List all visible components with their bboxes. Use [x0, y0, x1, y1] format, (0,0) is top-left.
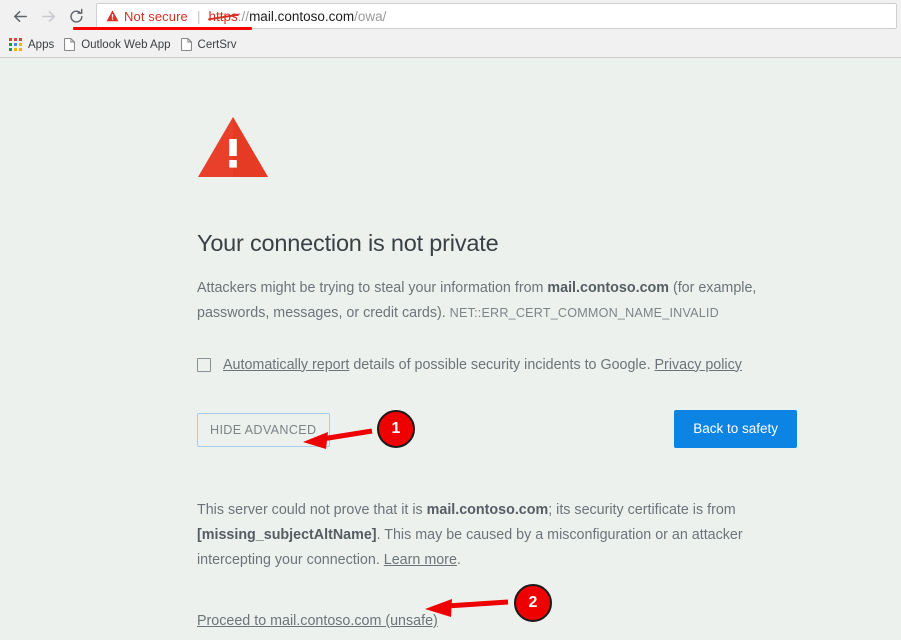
- red-warning-triangle-icon: [197, 115, 269, 179]
- security-status[interactable]: Not secure: [106, 9, 188, 24]
- cert-period: .: [457, 552, 461, 568]
- url-highlight-underline: [73, 27, 252, 30]
- learn-more-link[interactable]: Learn more: [384, 552, 457, 568]
- reload-button[interactable]: [62, 2, 90, 30]
- automatically-report-link[interactable]: Automatically report: [223, 357, 349, 373]
- browser-chrome: Not secure | https://mail.contoso.com/ow…: [0, 0, 901, 58]
- not-secure-warning-icon: [106, 10, 119, 22]
- bookmark-outlook-web-app[interactable]: Outlook Web App: [62, 35, 176, 55]
- auto-report-text: Automatically report details of possible…: [223, 355, 742, 375]
- forward-arrow-icon: [40, 8, 57, 25]
- auto-report-middle-text: details of possible security incidents t…: [349, 357, 654, 373]
- action-button-row: HIDE ADVANCED Back to safety: [197, 413, 797, 453]
- bookmark-label: Outlook Web App: [81, 39, 170, 51]
- cert-domain: mail.contoso.com: [427, 502, 549, 518]
- cert-issue: [missing_subjectAltName]: [197, 527, 377, 543]
- auto-report-checkbox[interactable]: [197, 358, 211, 372]
- forward-button[interactable]: [34, 2, 62, 30]
- url-text[interactable]: https://mail.contoso.com/owa/: [209, 9, 387, 24]
- warning-description: Attackers might be trying to steal your …: [197, 276, 795, 326]
- url-path: /owa/: [354, 9, 386, 24]
- hide-advanced-button[interactable]: HIDE ADVANCED: [197, 413, 330, 447]
- apps-grid-icon: [9, 38, 22, 51]
- bookmarks-bar: Apps Outlook Web App CertSrv: [0, 32, 901, 58]
- url-host: mail.contoso.com: [249, 9, 354, 24]
- description-lead: Attackers might be trying to steal your …: [197, 280, 547, 296]
- cert-part2: ; its security certificate is from: [548, 502, 736, 518]
- page-icon: [181, 38, 192, 51]
- interstitial-content: Your connection is not private Attackers…: [197, 58, 797, 630]
- reload-icon: [68, 8, 85, 25]
- bookmark-certsrv[interactable]: CertSrv: [179, 35, 243, 55]
- not-secure-label: Not secure: [124, 9, 188, 24]
- bookmark-label: CertSrv: [198, 39, 237, 51]
- bookmark-label: Apps: [28, 39, 54, 51]
- back-button[interactable]: [6, 2, 34, 30]
- cert-part1: This server could not prove that it is: [197, 502, 427, 518]
- back-to-safety-button[interactable]: Back to safety: [674, 410, 797, 448]
- bookmark-apps[interactable]: Apps: [7, 35, 60, 55]
- privacy-policy-link[interactable]: Privacy policy: [655, 357, 742, 373]
- url-scheme-separator: ://: [238, 9, 249, 24]
- description-domain: mail.contoso.com: [547, 280, 669, 296]
- proceed-unsafe-link[interactable]: Proceed to mail.contoso.com (unsafe): [197, 613, 438, 629]
- omnibox-separator: |: [197, 9, 201, 23]
- url-scheme-struck: https: [209, 9, 238, 24]
- back-arrow-icon: [12, 8, 29, 25]
- advanced-details-panel: This server could not prove that it is m…: [197, 498, 797, 630]
- auto-report-row: Automatically report details of possible…: [197, 355, 797, 375]
- page-icon: [64, 38, 75, 51]
- error-code: NET::ERR_CERT_COMMON_NAME_INVALID: [450, 306, 719, 320]
- certificate-explanation: This server could not prove that it is m…: [197, 498, 795, 573]
- address-bar[interactable]: Not secure | https://mail.contoso.com/ow…: [96, 3, 897, 29]
- page-title: Your connection is not private: [197, 228, 797, 259]
- ssl-interstitial-page: Your connection is not private Attackers…: [0, 58, 901, 640]
